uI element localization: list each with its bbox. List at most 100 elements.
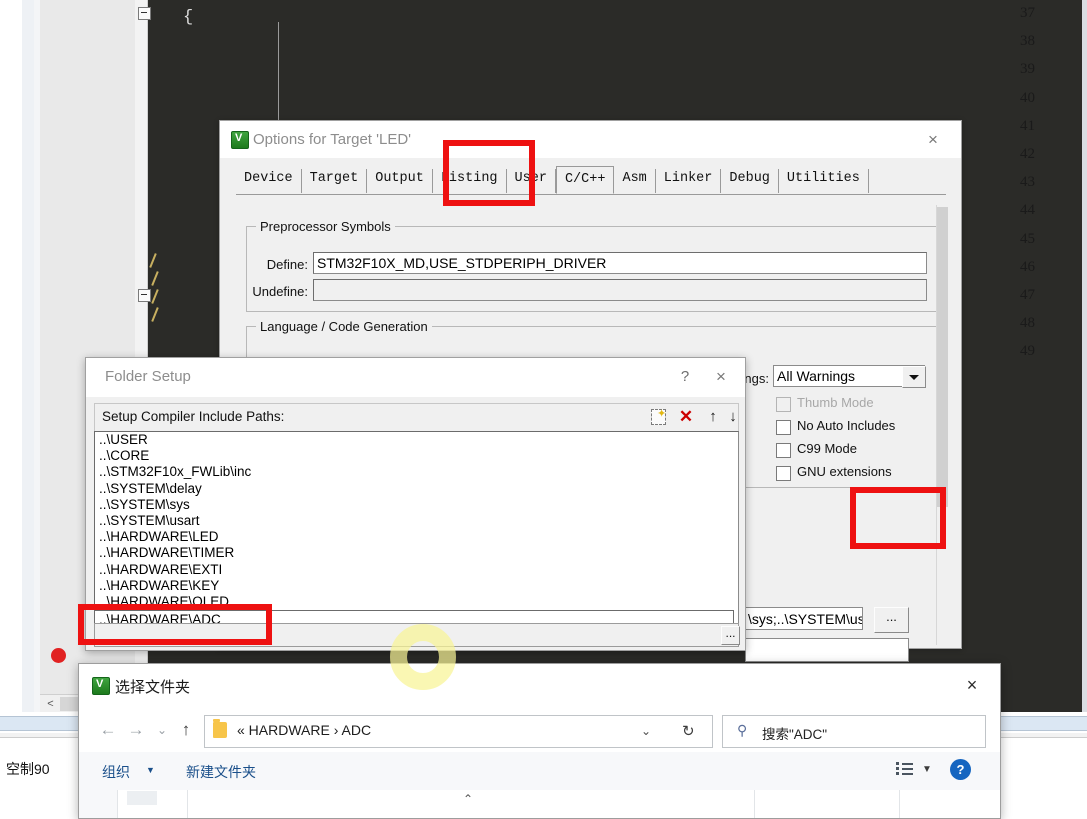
choose-folder-title: 选择文件夹 [115,679,191,696]
keil-app-icon [231,131,249,149]
folder-setup-title: Folder Setup [105,368,191,385]
setup-include-paths-label: Setup Compiler Include Paths: [102,409,285,424]
refresh-icon: ↻ [682,723,695,740]
checkbox-icon [776,397,791,412]
line-number: 39 [1020,61,1035,78]
navigation-pane[interactable] [79,790,118,818]
include-paths-browse-button[interactable]: ... [874,607,909,633]
list-item[interactable]: ..\SYSTEM\delay [95,481,738,497]
new-folder-button[interactable]: 新建文件夹 [186,762,256,782]
close-icon[interactable]: × [918,130,948,152]
list-item[interactable]: ..\CORE [95,448,738,464]
choose-folder-filelist[interactable] [79,790,1000,818]
fold-toggle-icon[interactable] [138,7,151,20]
line-number: 45 [1020,230,1035,247]
define-label: Define: [266,257,308,272]
line-number: 48 [1020,315,1035,332]
move-up-icon[interactable]: ↑ [703,407,723,426]
scroll-left-arrow-icon[interactable]: < [43,697,58,711]
up-arrow-icon[interactable]: ↑ [173,718,199,742]
tab-debug[interactable]: Debug [721,169,779,193]
help-icon[interactable]: ? [950,759,971,780]
list-item[interactable]: ..\STM32F10x_FWLib\inc [95,464,738,480]
chevron-down-icon[interactable]: ▼ [922,764,932,775]
folder-setup-titlebar[interactable]: Folder Setup ? × [86,358,745,397]
tab-device[interactable]: Device [236,169,302,193]
adc-path-highlight-box [78,604,272,645]
new-path-sparkle-icon: ✦ [657,408,667,420]
click-indicator-ring [390,624,456,690]
include-browse-highlight-box [850,487,946,549]
organize-button[interactable]: 组织 [102,762,130,782]
checkbox-label: No Auto Includes [797,418,896,433]
status-text: 空制90 [6,761,50,777]
tab-linker[interactable]: Linker [656,169,722,193]
checkbox-label: C99 Mode [797,441,857,456]
list-item[interactable]: ..\HARDWARE\EXTI [95,562,738,578]
checkbox-icon[interactable] [776,466,791,481]
include-paths-input[interactable]: \sys;..\SYSTEM\usart;..\ [745,607,863,630]
chevron-down-icon[interactable] [902,366,926,388]
column-divider[interactable] [754,790,755,818]
list-item[interactable]: ..\HARDWARE\TIMER [95,545,738,561]
checkbox-icon[interactable] [776,420,791,435]
navigation-pane-item[interactable] [127,791,157,805]
breakpoint-marker-icon[interactable] [51,648,66,663]
column-divider[interactable] [899,790,900,818]
line-number: 41 [1020,117,1035,134]
line-number: 42 [1020,146,1035,162]
line-number: 37 [1020,5,1035,21]
options-titlebar[interactable]: Options for Target 'LED' × [220,121,961,158]
preprocessor-group-label: Preprocessor Symbols [256,219,395,234]
chevron-down-icon[interactable]: ▼ [146,765,155,775]
chevron-down-icon[interactable]: ⌄ [641,724,651,738]
line-number: 43 [1020,174,1035,191]
close-icon[interactable]: × [708,366,734,388]
choose-folder-titlebar[interactable]: 选择文件夹 × [79,664,1000,706]
ide-right-edge [1082,0,1087,712]
list-item[interactable]: ..\HARDWARE\KEY [95,578,738,594]
language-group-label: Language / Code Generation [256,319,432,334]
tab-target[interactable]: Target [302,169,368,193]
delete-path-icon[interactable]: ✕ [676,407,696,426]
forward-arrow-icon[interactable]: → [123,718,149,742]
tabstrip-underline [236,194,946,195]
misc-controls-input[interactable] [745,638,909,662]
include-paths-list[interactable]: ..\USER ..\CORE ..\STM32F10x_FWLib\inc ..\S… [94,431,739,627]
line-number: 44 [1020,202,1035,219]
back-arrow-icon[interactable]: ← [95,718,121,742]
cpp-tab-highlight-box [443,140,535,206]
breadcrumb[interactable]: « HARDWARE › ADC [237,722,371,738]
folder-icon [213,719,227,738]
undefine-input[interactable] [313,279,927,301]
tab-asm[interactable]: Asm [614,169,656,193]
scrollbar-thumb[interactable] [937,207,948,507]
list-item[interactable]: ..\USER [95,432,738,448]
line-number: 40 [1020,89,1035,106]
path-browse-button[interactable]: ... [721,626,740,645]
view-layout-icon[interactable] [896,762,913,776]
checkbox-label: Thumb Mode [797,395,874,410]
help-icon[interactable]: ? [674,366,696,388]
tab-utilities[interactable]: Utilities [779,169,869,193]
sort-ascending-icon[interactable]: ⌃ [463,792,473,806]
checkbox-icon[interactable] [776,443,791,458]
close-icon[interactable]: × [957,674,987,698]
search-icon: ⚲ [737,722,748,738]
checkbox-label: GNU extensions [797,464,892,479]
line-number: 49 [1020,343,1035,360]
search-input[interactable]: 搜索"ADC" [762,723,827,743]
define-input[interactable]: STM32F10X_MD,USE_STDPERIPH_DRIVER [313,252,927,274]
move-down-icon[interactable]: ↓ [723,407,743,426]
undefine-label: Undefine: [252,284,308,299]
column-divider[interactable] [187,790,188,818]
options-dialog-title: Options for Target 'LED' [253,131,412,148]
list-item[interactable]: ..\HARDWARE\LED [95,529,738,545]
keil-app-icon [92,677,110,695]
list-item[interactable]: ..\SYSTEM\usart [95,513,738,529]
tab-output[interactable]: Output [367,169,433,193]
recent-locations-icon[interactable]: ⌄ [149,718,175,742]
tab-c-c[interactable]: C/C++ [555,166,615,194]
code-text-brace: { [183,8,194,27]
list-item[interactable]: ..\SYSTEM\sys [95,497,738,513]
